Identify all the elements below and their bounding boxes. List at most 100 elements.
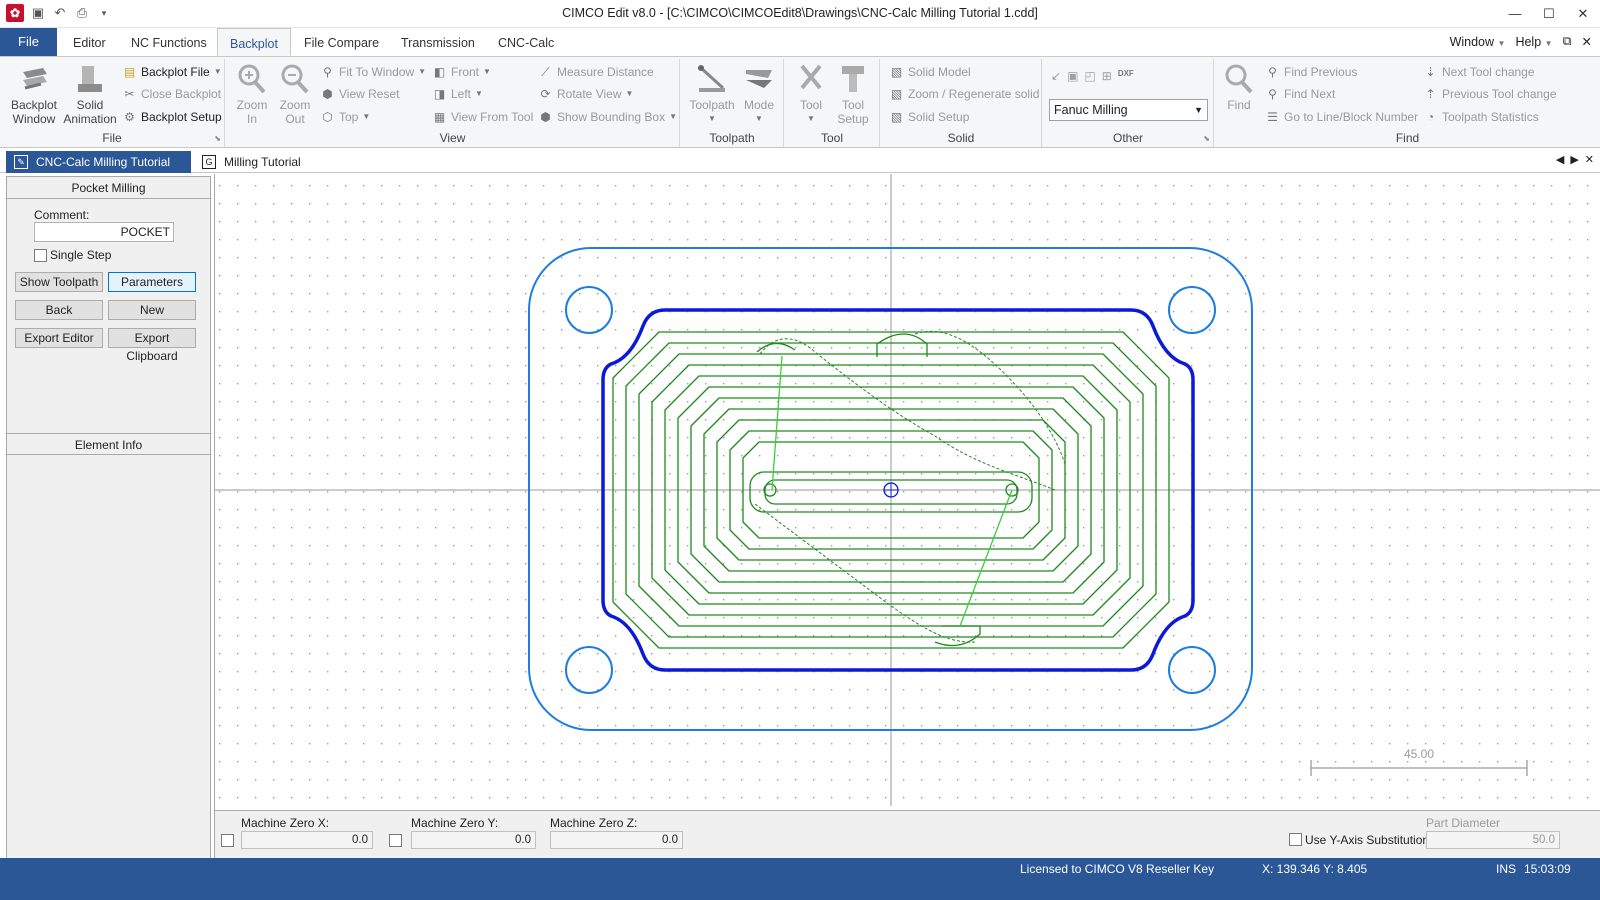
show-bounding-box-button[interactable]: ⬢ Show Bounding Box ▼ xyxy=(538,107,677,127)
backplot-window-button[interactable]: Backplot Window xyxy=(6,62,62,126)
solid-animation-button[interactable]: Solid Animation xyxy=(62,62,118,126)
chevron-down-icon: ▼ xyxy=(213,67,222,76)
chevron-down-icon: ▼ xyxy=(483,67,491,76)
solid-animation-label-2: Animation xyxy=(63,112,117,126)
machine-zero-z-input[interactable]: 0.0 xyxy=(550,831,683,849)
drawing-svg[interactable]: 45.00 xyxy=(215,174,1600,810)
dialog-launcher-icon[interactable]: ⬊ xyxy=(214,134,221,143)
top-view-button[interactable]: ⬡ Top ▼ xyxy=(320,107,370,127)
top-view-icon: ⬡ xyxy=(322,109,333,124)
show-bounding-box-label: Show Bounding Box xyxy=(557,110,666,124)
backplot-canvas[interactable]: 45.00 xyxy=(214,174,1600,810)
rotate-view-label: Rotate View xyxy=(557,87,622,101)
backplot-file-button[interactable]: ▤ Backplot File ▼ xyxy=(122,62,222,82)
mode-button[interactable]: Mode ▼ xyxy=(737,62,781,126)
zoom-in-button[interactable]: Zoom In xyxy=(230,62,274,126)
solid-model-button[interactable]: ▧ Solid Model xyxy=(889,62,971,82)
tool-button[interactable]: Tool ▼ xyxy=(789,62,833,126)
chevron-down-icon: ▼ xyxy=(1194,105,1203,115)
backplot-window-label-1: Backplot xyxy=(10,98,58,112)
tab-file-compare[interactable]: File Compare xyxy=(304,28,379,56)
machine-zero-x-input[interactable]: 0.0 xyxy=(241,831,373,849)
view-from-tool-button[interactable]: ▦ View From Tool xyxy=(432,107,533,127)
close-backplot-button[interactable]: ✂ Close Backplot xyxy=(122,84,221,104)
tool-label: Tool xyxy=(799,98,822,112)
find-button[interactable]: Find xyxy=(1217,62,1261,112)
window-menu[interactable]: Window ▼ xyxy=(1450,35,1506,49)
next-tool-change-button[interactable]: ⇣ Next Tool change xyxy=(1423,62,1534,82)
export-image-icon[interactable]: ▣ xyxy=(1067,69,1078,83)
measure-distance-button[interactable]: ⟋ Measure Distance xyxy=(538,62,654,82)
toolpath-button[interactable]: Toolpath ▼ xyxy=(687,62,737,126)
measure-distance-label: Measure Distance xyxy=(557,65,654,79)
machine-zero-y-checkbox[interactable] xyxy=(389,834,402,847)
use-y-axis-checkbox[interactable] xyxy=(1289,833,1302,846)
single-step-label: Single Step xyxy=(50,248,112,262)
maximize-button[interactable]: ☐ xyxy=(1532,0,1566,28)
minimize-button[interactable]: — xyxy=(1498,0,1532,28)
front-view-icon: ◧ xyxy=(433,64,446,79)
zoom-out-icon xyxy=(281,64,309,94)
machine-zero-y-input[interactable]: 0.0 xyxy=(411,831,536,849)
export-dxf-icon[interactable]: DXF xyxy=(1118,69,1134,83)
single-step-checkbox[interactable] xyxy=(34,249,47,262)
restore-doc-icon[interactable]: ⧉ xyxy=(1563,34,1572,49)
fit-to-window-button[interactable]: ⚲ Fit To Window ▼ xyxy=(320,62,426,82)
show-toolpath-button[interactable]: Show Toolpath xyxy=(15,272,103,292)
ribbon: Backplot Window Solid Animation ▤ Backpl… xyxy=(0,56,1600,148)
export-editor-button[interactable]: Export Editor xyxy=(15,328,103,348)
export-stl-icon[interactable]: ⊞ xyxy=(1102,69,1112,83)
export-frame-icon[interactable]: ◰ xyxy=(1084,69,1095,83)
front-view-button[interactable]: ◧ Front ▼ xyxy=(432,62,491,82)
zoom-out-button[interactable]: Zoom Out xyxy=(273,62,317,126)
zoom-regenerate-button[interactable]: ▧ Zoom / Regenerate solid xyxy=(889,84,1040,104)
backplot-setup-label: Backplot Setup xyxy=(141,110,222,124)
parameters-button[interactable]: Parameters xyxy=(108,272,196,292)
help-menu[interactable]: Help ▼ xyxy=(1515,35,1552,49)
backplot-setup-button[interactable]: ⚙ Backplot Setup xyxy=(122,107,222,127)
toolpath-statistics-label: Toolpath Statistics xyxy=(1442,110,1539,124)
mode-label: Mode xyxy=(743,98,775,112)
close-doc-icon[interactable]: ✕ xyxy=(1582,34,1592,49)
machine-select[interactable]: Fanuc Milling ▼ xyxy=(1049,99,1208,121)
backplot-window-icon xyxy=(23,68,47,90)
chevron-down-icon: ▼ xyxy=(755,114,763,123)
view-reset-icon: ⬢ xyxy=(322,86,333,101)
dialog-launcher-icon[interactable]: ⬊ xyxy=(1203,134,1210,143)
toolpath-statistics-icon: ◔ xyxy=(1426,109,1435,124)
rotate-view-button[interactable]: ⟳ Rotate View ▼ xyxy=(538,84,633,104)
nc-file-icon: G xyxy=(202,155,216,169)
solid-setup-button[interactable]: ▧ Solid Setup xyxy=(889,107,970,127)
tab-editor[interactable]: Editor xyxy=(73,28,106,56)
doc-tab-nc[interactable]: G Milling Tutorial 2.NC xyxy=(194,151,334,191)
left-view-button[interactable]: ◨ Left ▼ xyxy=(432,84,483,104)
tab-backplot[interactable]: Backplot xyxy=(217,28,291,56)
part-diameter-input[interactable]: 50.0 xyxy=(1426,831,1560,849)
back-button[interactable]: Back xyxy=(15,300,103,320)
toolpath-statistics-button[interactable]: ◔ Toolpath Statistics xyxy=(1423,107,1539,127)
tab-nc-functions[interactable]: NC Functions xyxy=(131,28,207,56)
tab-transmission[interactable]: Transmission xyxy=(401,28,475,56)
find-next-icon: ⚲ xyxy=(1268,86,1277,101)
license-text: Licensed to CIMCO V8 Reseller Key xyxy=(1020,862,1215,876)
find-next-button[interactable]: ⚲ Find Next xyxy=(1265,84,1335,104)
find-previous-button[interactable]: ⚲ Find Previous xyxy=(1265,62,1357,82)
scroll-left-icon[interactable]: ◀ xyxy=(1556,153,1564,166)
doc-tab-cdd[interactable]: ✎ CNC-Calc Milling Tutorial 1.cdd xyxy=(6,151,191,191)
tool-setup-button[interactable]: Tool Setup xyxy=(831,62,875,126)
scroll-right-icon[interactable]: ▶ xyxy=(1570,153,1578,166)
close-button[interactable]: ✕ xyxy=(1566,0,1600,28)
machine-zero-x-checkbox[interactable] xyxy=(221,834,234,847)
tool-setup-icon xyxy=(842,66,864,92)
previous-tool-change-button[interactable]: ⇡ Previous Tool change xyxy=(1423,84,1556,104)
go-to-line-button[interactable]: ☰ Go to Line/Block Number xyxy=(1265,107,1418,127)
tab-file[interactable]: File xyxy=(0,28,57,56)
export-clipboard-button[interactable]: Export Clipboard xyxy=(108,328,196,363)
view-reset-button[interactable]: ⬢ View Reset xyxy=(320,84,399,104)
close-tab-icon[interactable]: ✕ xyxy=(1585,153,1594,166)
export-arrow-icon[interactable]: ↙ xyxy=(1051,69,1061,83)
new-button[interactable]: New xyxy=(108,300,196,320)
comment-input[interactable]: POCKET xyxy=(34,222,174,242)
chevron-down-icon: ▼ xyxy=(708,114,716,123)
tab-cnc-calc[interactable]: CNC-Calc xyxy=(498,28,554,56)
